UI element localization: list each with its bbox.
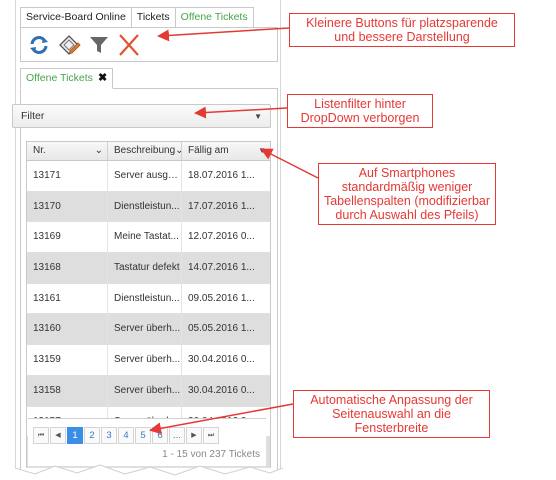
callout-columns: Auf Smartphones standardmäßig weniger Ta…: [318, 163, 496, 225]
filter-dropdown[interactable]: Filter ▼: [12, 104, 271, 128]
column-header-faellig-am[interactable]: Fällig am ▼: [182, 142, 270, 160]
edit-ticket-icon[interactable]: [57, 33, 81, 57]
page-button[interactable]: 3: [101, 427, 117, 444]
column-header-nr[interactable]: Nr. ⌄: [27, 142, 108, 160]
table-row[interactable]: 13160 Server überh... 05.05.2016 1...: [26, 314, 271, 346]
callout-filter: Listenfilter hinter DropDown verborgen: [287, 94, 433, 128]
table-cell: 13169: [27, 222, 108, 253]
pager: ⏮ ◀ 1 2 3 4 5 6... ▶ ⏭ 1 - 15 von 237 Tickets: [28, 418, 266, 466]
close-icon[interactable]: ✖: [98, 69, 107, 88]
page-button[interactable]: 2: [84, 427, 100, 444]
table-cell: 13160: [27, 314, 108, 345]
chevron-down-icon: ▼: [254, 111, 262, 121]
table-row[interactable]: 13169 Meine Tastat... 12.07.2016 0...: [26, 222, 271, 254]
top-tab-bar: Service-Board Online Tickets Offene Tick…: [20, 7, 254, 28]
prev-page-icon[interactable]: ◀: [50, 427, 66, 444]
table-cell: Meine Tastat...: [108, 222, 182, 253]
torn-edge: [15, 464, 283, 480]
inner-tab-offene-tickets[interactable]: Offene Tickets ✖: [20, 68, 114, 89]
page-button[interactable]: 1: [67, 427, 83, 444]
callout-pager: Automatische Anpassung der Seitenauswahl…: [293, 390, 490, 438]
column-header-beschreibung[interactable]: Beschreibung⌄: [108, 142, 182, 160]
page-button[interactable]: 5: [135, 427, 151, 444]
filter-icon[interactable]: [87, 33, 111, 57]
table-cell: Server ausge...: [108, 161, 182, 191]
page-button[interactable]: 4: [118, 427, 134, 444]
table-cell: 13158: [27, 375, 108, 406]
refresh-icon[interactable]: [27, 33, 51, 57]
tab-tickets[interactable]: Tickets: [130, 7, 175, 28]
table-cell: 30.04.2016 0...: [188, 354, 255, 366]
last-page-icon[interactable]: ⏭: [203, 427, 219, 444]
toolbar: [20, 27, 278, 62]
chevron-down-icon[interactable]: ⌄: [175, 142, 181, 160]
page-button[interactable]: 6: [152, 427, 168, 444]
table-cell: Tastatur defekt: [108, 253, 182, 283]
table-cell: Server überh...: [108, 375, 182, 406]
tab-offene-tickets[interactable]: Offene Tickets: [174, 7, 254, 28]
table-row[interactable]: 13161 Dienstleistun... 09.05.2016 1...: [26, 283, 271, 315]
table-cell: 13171: [27, 161, 108, 191]
inner-tab-label: Offene Tickets: [26, 72, 93, 84]
page-button[interactable]: ...: [169, 427, 185, 444]
table-cell: 30.04.2016 0...: [188, 384, 255, 396]
table-cell: 13168: [27, 253, 108, 283]
table-row[interactable]: 13159 Server überh... 30.04.2016 0...: [26, 345, 271, 376]
table-cell: 18.07.2016 1...: [188, 170, 255, 181]
table-cell: 05.05.2016 1...: [188, 323, 255, 335]
table-cell: Dienstleistun...: [108, 283, 182, 314]
table-cell: 12.07.2016 0...: [188, 231, 255, 243]
table-cell: 14.07.2016 1...: [188, 262, 255, 274]
table-cell: Server überh...: [108, 345, 182, 375]
pager-info: 1 - 15 von 237 Tickets: [162, 449, 260, 460]
callout-buttons: Kleinere Buttons für platzsparende und b…: [289, 13, 515, 47]
first-page-icon[interactable]: ⏮: [33, 427, 49, 444]
table-row[interactable]: 13158 Server überh... 30.04.2016 0...: [26, 375, 271, 407]
table-cell: 13161: [27, 283, 108, 314]
delete-icon[interactable]: [117, 33, 141, 57]
table-header: Nr.⌄ Beschreibung⌄ Fällig am▼: [26, 141, 271, 161]
table-row[interactable]: 13171 Server ausge... 18.07.2016 1...: [26, 161, 271, 192]
table-cell: 13170: [27, 191, 108, 222]
filter-label: Filter: [21, 110, 45, 122]
chevron-down-icon[interactable]: ⌄: [95, 142, 103, 160]
table-row[interactable]: 13168 Tastatur defekt 14.07.2016 1...: [26, 253, 271, 284]
table-cell: 09.05.2016 1...: [188, 292, 255, 304]
table-cell: 13159: [27, 345, 108, 375]
next-page-icon[interactable]: ▶: [186, 427, 202, 444]
table-cell: Dienstleistun...: [108, 191, 182, 222]
table-row[interactable]: 13170 Dienstleistun... 17.07.2016 1...: [26, 191, 271, 223]
column-chooser-arrow-icon[interactable]: ▼: [258, 142, 266, 160]
inner-tab-bar: Offene Tickets ✖: [20, 68, 278, 89]
pager-buttons: ⏮ ◀ 1 2 3 4 5 6... ▶ ⏭: [33, 427, 219, 444]
tab-service-board-online[interactable]: Service-Board Online: [20, 7, 131, 28]
table-cell: Server überh...: [108, 314, 182, 345]
table-cell: 17.07.2016 1...: [188, 200, 255, 212]
